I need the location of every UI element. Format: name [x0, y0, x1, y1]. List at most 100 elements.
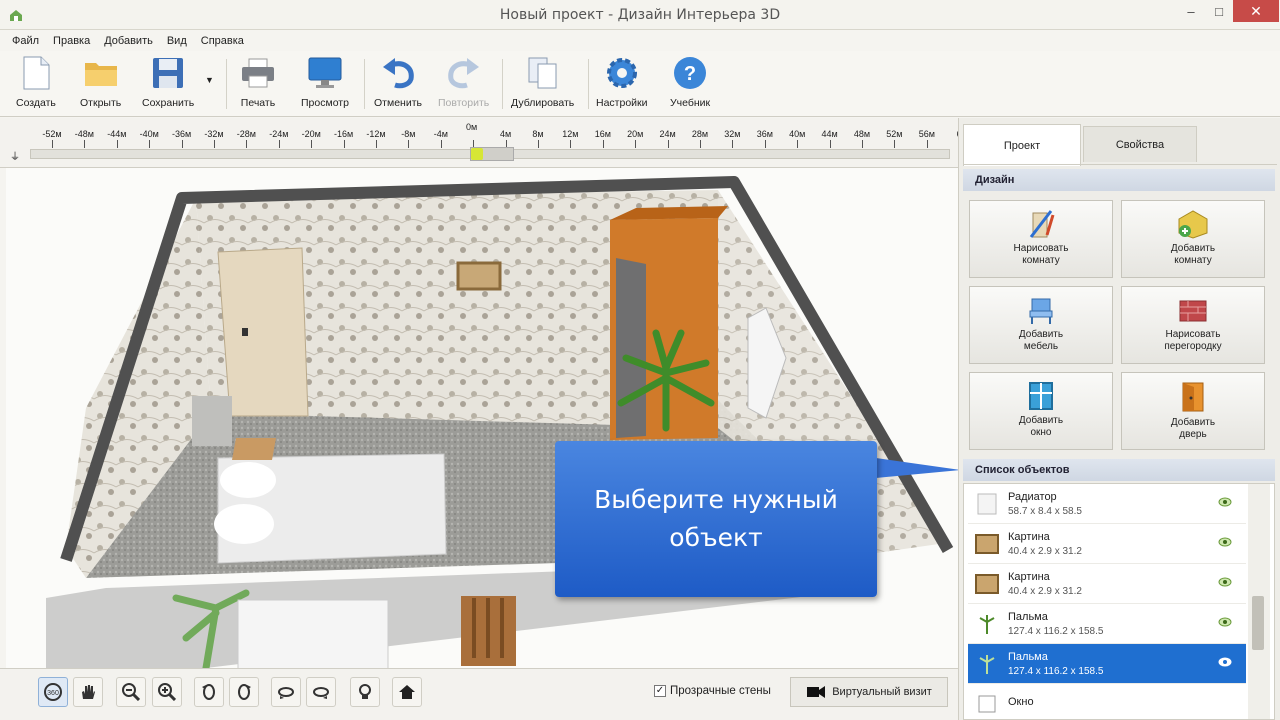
visibility-eye-icon[interactable]: [1218, 577, 1232, 587]
list-item[interactable]: Картина 40.4 x 2.9 x 31.2: [968, 564, 1246, 604]
settings-button[interactable]: Настройки: [596, 55, 648, 113]
toolbar-separator: [226, 59, 227, 109]
hand-icon: [82, 685, 95, 699]
tilt-down-icon: [313, 687, 329, 699]
tilt-up-icon: [278, 687, 294, 699]
lighting-button[interactable]: [350, 677, 380, 707]
new-file-icon: [23, 56, 50, 90]
add-furniture-label: Добавить мебель: [1018, 329, 1064, 352]
add-door-button[interactable]: Добавить дверь: [1121, 372, 1265, 450]
floppy-icon: [153, 58, 184, 88]
level-ruler[interactable]: 0м -52м -48м -44м -40м -36м -32м -28м -24м -20м -…: [0, 118, 962, 168]
undo-button[interactable]: Отменить: [374, 55, 422, 113]
zoom-out-button[interactable]: [116, 677, 146, 707]
ruler-tick-label: 20м: [627, 129, 644, 139]
ruler-tick-label: 8м: [532, 129, 544, 139]
checkbox-checkmark-icon: ✓: [654, 685, 666, 697]
radiator[interactable]: [192, 396, 232, 446]
create-button[interactable]: Создать: [16, 55, 56, 113]
menu-edit[interactable]: Правка: [53, 35, 90, 47]
duplicate-button[interactable]: Дублировать: [511, 55, 574, 113]
tab-project[interactable]: Проект: [963, 124, 1081, 166]
printer-icon: [242, 58, 274, 88]
menu-file[interactable]: Файл: [12, 35, 39, 47]
object-list-scrollbar[interactable]: [1248, 484, 1270, 719]
preview-button[interactable]: Просмотр: [301, 55, 349, 113]
pan-button[interactable]: [73, 677, 103, 707]
visibility-eye-icon[interactable]: [1218, 497, 1232, 507]
video-camera-icon: [807, 686, 826, 698]
zoom-in-button[interactable]: [152, 677, 182, 707]
draw-partition-label: Нарисовать перегородку: [1164, 329, 1222, 352]
ruler-tick-label: -8м: [401, 129, 416, 139]
ruler-tick-label: 56м: [918, 129, 935, 139]
door[interactable]: [217, 247, 309, 417]
save-dropdown-icon[interactable]: ▼: [205, 75, 214, 85]
open-label: Открыть: [80, 97, 122, 109]
close-button[interactable]: ✕: [1233, 0, 1279, 22]
visibility-eye-icon[interactable]: [1218, 537, 1232, 547]
ruler-tick-label: -32м: [204, 129, 224, 139]
list-item[interactable]: Радиатор 58.7 x 8.4 x 58.5: [968, 484, 1246, 524]
tilt-up-button[interactable]: [271, 677, 301, 707]
open-button[interactable]: Открыть: [80, 55, 121, 113]
draw-room-button[interactable]: Нарисовать комнату: [969, 200, 1113, 278]
scrollbar-thumb[interactable]: [1252, 596, 1264, 650]
home-view-button[interactable]: [392, 677, 422, 707]
ruler-tick: [797, 140, 799, 148]
add-room-button[interactable]: Добавить комнату: [1121, 200, 1265, 278]
minimize-button[interactable]: –: [1176, 0, 1206, 22]
draw-partition-button[interactable]: Нарисовать перегородку: [1121, 286, 1265, 364]
ruler-tick-label: -28м: [236, 129, 256, 139]
object-dims: 127.4 x 116.2 x 158.5: [1008, 665, 1104, 677]
tab-properties[interactable]: Свойства: [1083, 126, 1197, 162]
ruler-tick: [408, 140, 410, 148]
toolbar-separator: [588, 59, 589, 109]
add-window-button[interactable]: Добавить окно: [969, 372, 1113, 450]
ruler-tick-label: 32м: [724, 129, 741, 139]
menu-add[interactable]: Добавить: [104, 35, 153, 47]
list-item[interactable]: Картина 40.4 x 2.9 x 31.2: [968, 524, 1246, 564]
ruler-marker-icon: [471, 148, 483, 160]
nightstand[interactable]: [232, 438, 276, 460]
object-dims: 40.4 x 2.9 x 31.2: [1008, 585, 1082, 597]
ruler-tick: [862, 140, 863, 148]
ruler-tick-label: -20м: [301, 129, 321, 139]
maximize-button[interactable]: □: [1206, 0, 1232, 22]
visibility-eye-icon[interactable]: [1218, 617, 1232, 627]
visibility-eye-icon[interactable]: [1218, 657, 1232, 667]
ruler-lock-icon[interactable]: ⏚: [10, 148, 20, 163]
tutorial-button[interactable]: ? Учебник: [670, 55, 710, 113]
add-furniture-button[interactable]: Добавить мебель: [969, 286, 1113, 364]
rotate-left-button[interactable]: [194, 677, 224, 707]
svg-text:360: 360: [47, 690, 59, 697]
print-button[interactable]: Печать: [240, 55, 276, 113]
pillow: [220, 462, 276, 498]
object-list[interactable]: Радиатор 58.7 x 8.4 x 58.5 Картина 40.4 x …: [963, 483, 1275, 720]
virtual-visit-label: Виртуальный визит: [832, 686, 932, 698]
transparent-walls-checkbox[interactable]: ✓ Прозрачные стены: [654, 685, 771, 697]
chair[interactable]: [461, 596, 516, 666]
front-window[interactable]: [237, 599, 389, 668]
redo-button[interactable]: Повторить: [438, 55, 489, 113]
picture-icon: [975, 573, 999, 594]
ruler-tick-label: -12м: [366, 129, 386, 139]
list-item[interactable]: Окно: [968, 684, 1246, 719]
list-item[interactable]: Пальма 127.4 x 116.2 x 158.5: [968, 604, 1246, 644]
ruler-tick: [116, 140, 118, 148]
tilt-down-button[interactable]: [306, 677, 336, 707]
wall-picture[interactable]: [456, 261, 502, 291]
object-name: Картина: [1008, 530, 1050, 543]
rotate-360-button[interactable]: 360: [38, 677, 68, 707]
list-item-selected[interactable]: Пальма 127.4 x 116.2 x 158.5: [968, 644, 1246, 684]
ruler-tick-label: 36м: [756, 129, 773, 139]
save-button[interactable]: Сохранить: [142, 55, 194, 113]
menu-help[interactable]: Справка: [201, 35, 244, 47]
menu-view[interactable]: Вид: [167, 35, 187, 47]
window-icon: [978, 695, 996, 712]
object-dims: 127.4 x 116.2 x 158.5: [1008, 625, 1104, 637]
add-door-icon: [1182, 382, 1204, 412]
ruler-tick: [894, 140, 896, 148]
virtual-visit-button[interactable]: Виртуальный визит: [790, 677, 948, 707]
rotate-right-button[interactable]: [229, 677, 259, 707]
